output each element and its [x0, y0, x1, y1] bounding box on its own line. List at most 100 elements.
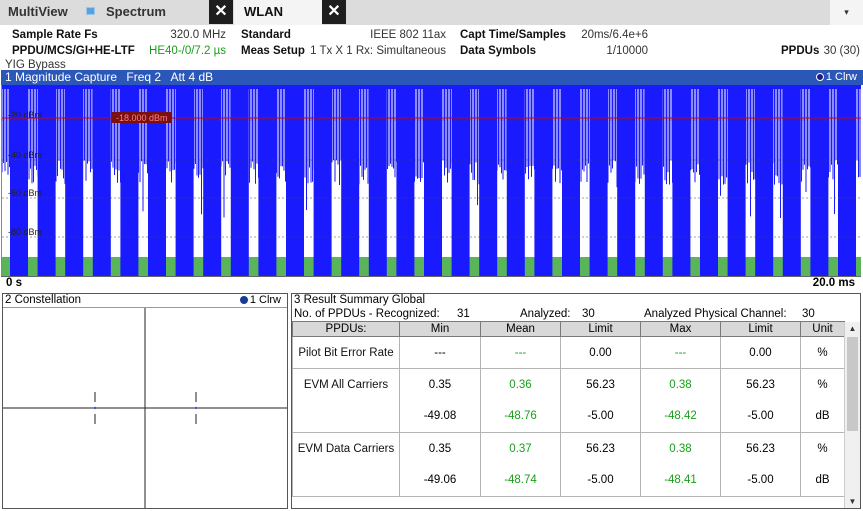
- cell-limit-2: 0.00: [720, 336, 801, 369]
- cell-mean: 0.36: [480, 368, 561, 401]
- cell-limit-2: -5.00: [720, 400, 801, 433]
- cell-limit: 56.23: [560, 432, 641, 465]
- col-max[interactable]: Max: [640, 321, 721, 337]
- constellation-window[interactable]: 2 Constellation 1 Clrw: [2, 293, 288, 509]
- close-spectrum-icon[interactable]: ✕: [209, 0, 233, 24]
- constellation-plot: [3, 308, 287, 508]
- magnitude-att: Att 4 dB: [170, 70, 214, 84]
- magnitude-plot[interactable]: -20 dBm -40 dBm -60 dBm -80 dBm -18.000 dBm: [1, 85, 861, 276]
- spectrum-channel-icon: [86, 7, 95, 15]
- cell-min: -49.08: [399, 400, 481, 433]
- scroll-up-icon[interactable]: ▲: [845, 322, 860, 336]
- row-param: [292, 464, 400, 497]
- cell-max: 0.38: [640, 368, 721, 401]
- cell-limit: 56.23: [560, 368, 641, 401]
- data-symbols-label: Data Symbols: [460, 45, 537, 57]
- ppdu-mcs-value: HE40-/0/7.2 µs: [149, 45, 226, 57]
- tab-multiview[interactable]: MultiView: [8, 0, 68, 25]
- col-mean[interactable]: Mean: [480, 321, 561, 337]
- table-row[interactable]: Pilot Bit Error Rate --- --- 0.00 --- 0.…: [292, 336, 845, 369]
- cell-max: 0.38: [640, 432, 721, 465]
- col-limit[interactable]: Limit: [560, 321, 641, 337]
- table-row[interactable]: EVM All Carriers 0.35 0.36 56.23 0.38 56…: [292, 368, 845, 401]
- y-tick-label: -60 dBm: [8, 188, 42, 198]
- cell-limit-2: 56.23: [720, 432, 801, 465]
- capt-time-value: 20ms/6.4e+6: [581, 29, 648, 41]
- y-tick-label: -40 dBm: [8, 150, 42, 160]
- table-row[interactable]: EVM Data Carriers 0.35 0.37 56.23 0.38 5…: [292, 432, 845, 465]
- scroll-down-icon[interactable]: ▼: [845, 495, 860, 508]
- cell-mean: 0.37: [480, 432, 561, 465]
- result-summary-window[interactable]: 3 Result Summary Global No. of PPDUs - R…: [291, 293, 861, 509]
- cell-unit: dB: [800, 464, 845, 497]
- recognized-value: 31: [457, 308, 470, 320]
- standard-value: IEEE 802 11ax: [370, 29, 446, 41]
- row-param: Pilot Bit Error Rate: [292, 336, 400, 369]
- tab-spectrum[interactable]: Spectrum: [106, 0, 166, 25]
- ppdu-mcs-label: PPDU/MCS/GI+HE-LTF: [12, 45, 135, 57]
- constellation-trace-label: 1 Clrw: [249, 294, 281, 306]
- row-param: EVM Data Carriers: [292, 432, 400, 465]
- data-symbols-value: 1/10000: [606, 45, 648, 57]
- sample-rate-label: Sample Rate Fs: [12, 29, 98, 41]
- trigger-label: -18.000 dBm: [116, 113, 168, 123]
- y-tick-label: -80 dBm: [8, 227, 42, 237]
- cell-limit: -5.00: [560, 464, 641, 497]
- trace-dot-icon: [815, 73, 824, 81]
- analyzed-channel-value: 30: [802, 308, 815, 320]
- cell-max: -48.41: [640, 464, 721, 497]
- cell-limit-2: 56.23: [720, 368, 801, 401]
- recognized-label: No. of PPDUs - Recognized:: [294, 308, 440, 320]
- tab-wlan[interactable]: WLAN: [244, 0, 283, 25]
- menu-dropdown-icon[interactable]: ▾: [830, 0, 863, 25]
- constellation-title-bar: 2 Constellation 1 Clrw: [3, 294, 287, 308]
- tab-bar: MultiView Spectrum ✕ WLAN ✕ ▾: [0, 0, 863, 25]
- result-summary-counts: No. of PPDUs - Recognized: 31 Analyzed: …: [292, 307, 860, 321]
- cell-min: 0.35: [399, 368, 481, 401]
- scroll-thumb[interactable]: [847, 337, 858, 431]
- magnitude-title-bar: 1 Magnitude Capture Freq 2 Att 4 dB 1 Cl…: [1, 70, 863, 85]
- cell-mean: -48.76: [480, 400, 561, 433]
- cell-limit: 0.00: [560, 336, 641, 369]
- analyzed-channel-label: Analyzed Physical Channel:: [644, 308, 787, 320]
- cell-min: ---: [399, 336, 481, 369]
- magnitude-title: 1 Magnitude Capture: [5, 70, 118, 84]
- ppdus-value: 30 (30): [823, 45, 860, 57]
- table-row[interactable]: -49.08 -48.76 -5.00 -48.42 -5.00 dB: [292, 400, 845, 433]
- cell-unit: %: [800, 368, 845, 401]
- cell-min: -49.06: [399, 464, 481, 497]
- table-row[interactable]: -49.06 -48.74 -5.00 -48.41 -5.00 dB: [292, 464, 845, 497]
- cell-max: ---: [640, 336, 721, 369]
- meas-setup-label: Meas Setup: [241, 45, 305, 57]
- result-table: PPDUs: Min Mean Limit Max Limit Unit Pil…: [292, 321, 845, 497]
- cell-unit: %: [800, 432, 845, 465]
- cell-min: 0.35: [399, 432, 481, 465]
- constellation-trace[interactable]: 1 Clrw: [239, 294, 281, 307]
- analyzed-value: 30: [582, 308, 595, 320]
- trace-label: 1 Clrw: [825, 71, 857, 83]
- x-end-label: 20.0 ms: [812, 277, 855, 289]
- row-param: [292, 400, 400, 433]
- x-start-label: 0 s: [6, 277, 22, 289]
- analyzed-label: Analyzed:: [520, 308, 571, 320]
- col-min[interactable]: Min: [399, 321, 481, 337]
- col-unit[interactable]: Unit: [800, 321, 845, 337]
- row-param: EVM All Carriers: [292, 368, 400, 401]
- sample-rate-value: 320.0 MHz: [170, 29, 226, 41]
- cell-mean: -48.74: [480, 464, 561, 497]
- result-scrollbar[interactable]: ▲ ▼: [844, 322, 860, 508]
- magnitude-x-axis: 0 s 20.0 ms: [1, 276, 861, 290]
- cell-max: -48.42: [640, 400, 721, 433]
- col-ppdus[interactable]: PPDUs:: [292, 321, 400, 337]
- result-summary-title: 3 Result Summary Global: [294, 294, 426, 306]
- cell-unit: dB: [800, 400, 845, 433]
- meas-setup-value: 1 Tx X 1 Rx: Simultaneous: [310, 45, 446, 57]
- trace-indicator[interactable]: 1 Clrw: [815, 70, 857, 85]
- capt-time-label: Capt Time/Samples: [460, 29, 566, 41]
- col-limit-2[interactable]: Limit: [720, 321, 801, 337]
- cell-unit: %: [800, 336, 845, 369]
- close-wlan-icon[interactable]: ✕: [322, 0, 346, 24]
- standard-label: Standard: [241, 29, 291, 41]
- trace-dot-icon: [239, 296, 248, 304]
- cell-mean: ---: [480, 336, 561, 369]
